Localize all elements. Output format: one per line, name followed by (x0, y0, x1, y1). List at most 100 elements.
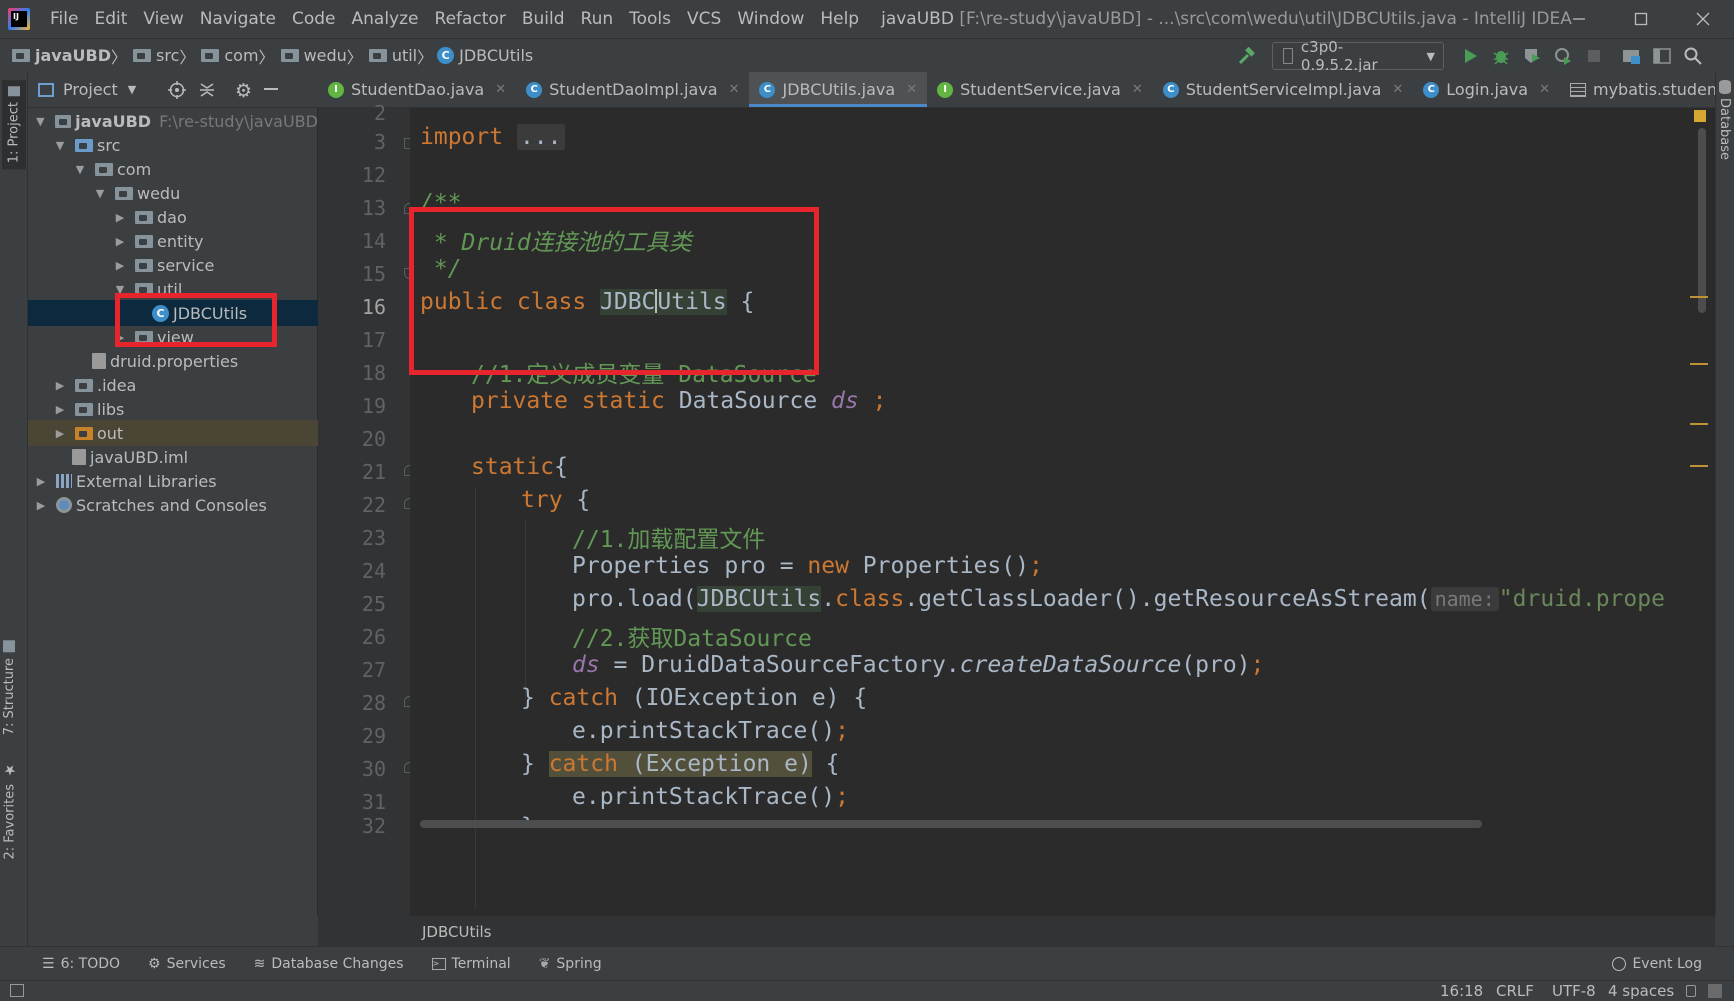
chevron-right-icon[interactable]: ▶ (53, 378, 67, 392)
toggle-view-icon[interactable] (1651, 45, 1673, 67)
run-icon[interactable] (1459, 45, 1481, 67)
menu-help[interactable]: Help (812, 9, 867, 29)
lock-icon[interactable] (1686, 985, 1696, 997)
chevron-down-icon[interactable]: ▼ (93, 186, 107, 200)
tree-node-libs[interactable]: ▶ libs (28, 396, 318, 422)
menu-refactor[interactable]: Refactor (427, 9, 514, 29)
chevron-right-icon[interactable]: ▶ (113, 210, 127, 224)
tab-login[interactable]: C Login.java ✕ (1413, 72, 1560, 107)
chevron-right-icon[interactable]: ▶ (113, 258, 127, 272)
code-editor[interactable]: import ... /** * Druid连接池的工具类 */ public … (410, 108, 1695, 916)
folded-imports[interactable]: ... (516, 124, 565, 150)
tree-node-util[interactable]: ▼ util (28, 276, 318, 302)
tree-node-jdbcutils[interactable]: C JDBCUtils (28, 300, 318, 326)
vertical-scrollbar[interactable] (1698, 128, 1706, 313)
menu-code[interactable]: Code (284, 9, 344, 29)
minimize-icon[interactable] (1548, 0, 1610, 38)
menu-build[interactable]: Build (514, 9, 573, 29)
gear-icon[interactable]: ⚙ (235, 80, 252, 102)
structure-tool-tab[interactable]: 7: Structure (2, 640, 17, 735)
close-tab-icon[interactable]: ✕ (1392, 82, 1403, 97)
close-tab-icon[interactable]: ✕ (729, 82, 740, 97)
nav-crumb-com[interactable]: com (199, 46, 259, 65)
horizontal-scrollbar[interactable] (420, 820, 1482, 828)
database-tool-tab[interactable]: Database (1717, 80, 1732, 160)
project-panel-title[interactable]: Project (63, 80, 118, 99)
tree-node-com[interactable]: ▼ com (28, 156, 318, 182)
close-icon[interactable] (1672, 0, 1734, 38)
nav-crumb-util[interactable]: util (367, 46, 417, 65)
debug-icon[interactable] (1490, 45, 1512, 67)
hide-panel-icon[interactable] (264, 88, 278, 90)
tree-node-view[interactable]: ▶ view (28, 324, 318, 350)
nav-crumb-class[interactable]: C JDBCUtils (437, 46, 533, 65)
tree-node-project[interactable]: ▼ javaUBD F:\re-study\javaUBD (28, 108, 318, 134)
todo-tool-button[interactable]: ☰ 6: TODO (42, 956, 120, 972)
tree-node-wedu[interactable]: ▼ wedu (28, 180, 318, 206)
terminal-tool-button[interactable]: > Terminal (431, 956, 511, 972)
tree-node-service[interactable]: ▶ service (28, 252, 318, 278)
tab-studentdaoimpl[interactable]: C StudentDaoImpl.java ✕ (516, 72, 749, 107)
menu-view[interactable]: View (135, 9, 191, 29)
file-encoding[interactable]: UTF-8 (1552, 982, 1596, 1000)
tree-node-scratches[interactable]: ▶ Scratches and Consoles (28, 492, 318, 518)
tab-jdbcutils[interactable]: C JDBCUtils.java ✕ (749, 72, 928, 107)
run-configuration-select[interactable]: c3p0-0.9.5.2.jar ▼ (1272, 38, 1444, 74)
build-hammer-icon[interactable] (1236, 45, 1258, 67)
tab-studentservice[interactable]: I StudentService.java ✕ (927, 72, 1153, 107)
menu-vcs[interactable]: VCS (679, 9, 729, 29)
line-separator[interactable]: CRLF (1496, 982, 1534, 1000)
tree-node-out[interactable]: ▶ out (28, 420, 318, 446)
collapse-all-icon[interactable] (198, 81, 216, 99)
nav-crumb-wedu[interactable]: wedu (279, 46, 347, 65)
profile-icon[interactable] (1552, 45, 1574, 67)
close-tab-icon[interactable]: ✕ (1132, 82, 1143, 97)
chevron-right-icon[interactable]: ▶ (53, 402, 67, 416)
tree-node-idea[interactable]: ▶ .idea (28, 372, 318, 398)
favorites-tool-tab[interactable]: 2: Favorites ★ (2, 762, 18, 860)
maximize-icon[interactable] (1610, 0, 1672, 38)
stop-icon[interactable] (1583, 45, 1605, 67)
chevron-down-icon[interactable]: ▼ (113, 282, 127, 296)
chevron-down-icon[interactable]: ▼ (53, 138, 67, 152)
close-tab-icon[interactable]: ✕ (906, 82, 917, 97)
tree-node-dao[interactable]: ▶ dao (28, 204, 318, 230)
menu-analyze[interactable]: Analyze (344, 9, 427, 29)
tree-node-entity[interactable]: ▶ entity (28, 228, 318, 254)
nav-crumb-src[interactable]: src (131, 46, 179, 65)
services-tool-button[interactable]: ⚙ Services (148, 956, 226, 972)
menu-tools[interactable]: Tools (621, 9, 679, 29)
tree-node-src[interactable]: ▼ src (28, 132, 318, 158)
project-structure-icon[interactable] (1620, 45, 1642, 67)
breadcrumb-class[interactable]: JDBCUtils (422, 923, 492, 941)
indent-setting[interactable]: 4 spaces (1608, 982, 1674, 1000)
menu-file[interactable]: File (42, 9, 86, 29)
chevron-right-icon[interactable]: ▶ (53, 426, 67, 440)
menu-window[interactable]: Window (729, 9, 812, 29)
tree-node-iml[interactable]: javaUBD.iml (28, 444, 318, 470)
chevron-right-icon[interactable]: ▶ (113, 330, 127, 344)
chevron-right-icon[interactable]: ▶ (113, 234, 127, 248)
tab-mybatis-student[interactable]: mybatis.student [@loc (1560, 72, 1715, 107)
chevron-down-icon[interactable]: ▼ (128, 83, 136, 96)
event-log-button[interactable]: Event Log (1612, 956, 1702, 972)
close-tab-icon[interactable]: ✕ (495, 82, 506, 97)
chevron-down-icon[interactable]: ▼ (34, 114, 47, 128)
menu-edit[interactable]: Edit (86, 9, 135, 29)
coverage-icon[interactable] (1521, 45, 1543, 67)
chevron-right-icon[interactable]: ▶ (34, 498, 48, 512)
menu-run[interactable]: Run (573, 9, 622, 29)
tab-studentserviceimpl[interactable]: C StudentServiceImpl.java ✕ (1153, 72, 1414, 107)
search-icon[interactable] (1682, 45, 1704, 67)
inspection-status-icon[interactable] (1694, 110, 1706, 122)
tree-node-druid-properties[interactable]: druid.properties (28, 348, 318, 374)
project-tool-tab[interactable]: 1: Project (2, 80, 26, 170)
database-changes-tool-button[interactable]: ≋ Database Changes (254, 956, 404, 972)
layout-toggle-icon[interactable] (10, 984, 24, 997)
spring-tool-button[interactable]: ❦ Spring (539, 956, 602, 972)
chevron-down-icon[interactable]: ▼ (73, 162, 87, 176)
caret-position[interactable]: 16:18 (1440, 982, 1483, 1000)
menu-navigate[interactable]: Navigate (192, 9, 284, 29)
locate-icon[interactable] (168, 81, 186, 99)
tree-node-external-libraries[interactable]: ▶ External Libraries (28, 468, 318, 494)
